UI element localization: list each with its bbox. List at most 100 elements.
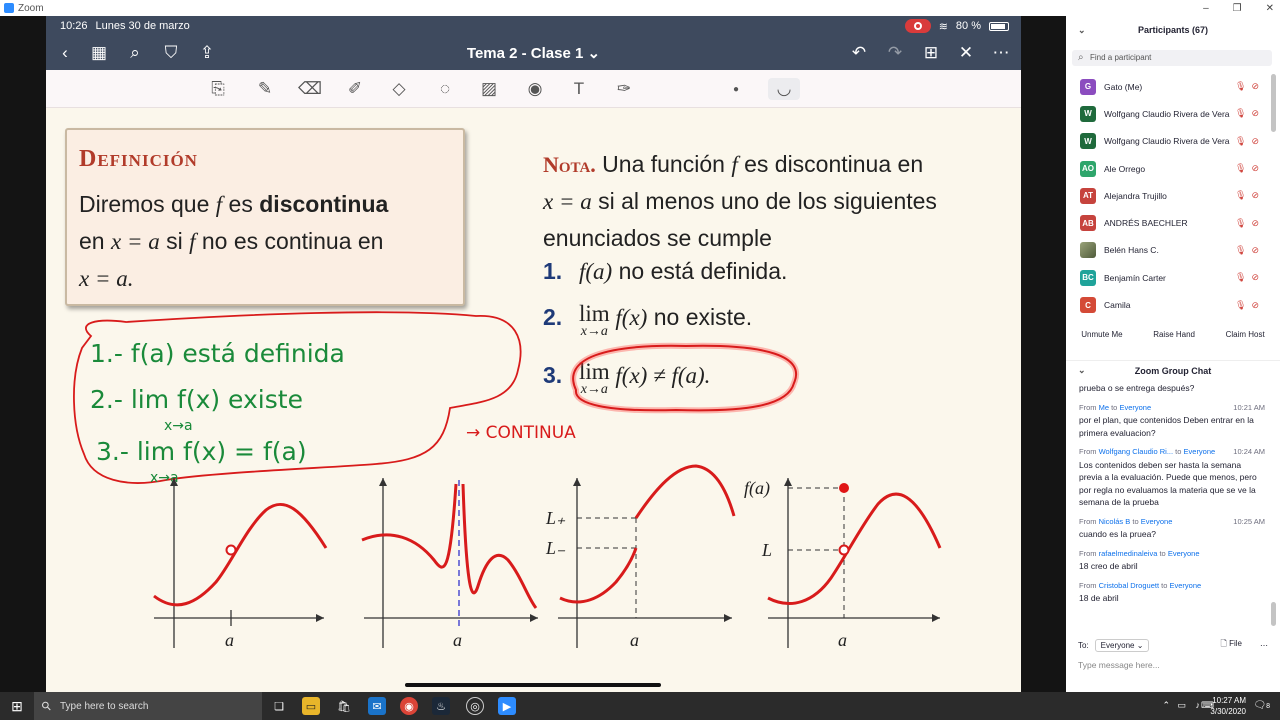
participant-avatar: W [1080, 133, 1096, 150]
more-icon[interactable]: ⋯ [990, 42, 1012, 64]
chat-scrollbar[interactable] [1271, 602, 1276, 626]
store-icon[interactable]: 🛍 [335, 697, 353, 715]
participant-row[interactable]: G Gato (Me) 🎙⊘ [1066, 73, 1280, 100]
participant-row[interactable]: AB ANDRÉS BAECHLER 🎙⊘ [1066, 209, 1280, 236]
handwriting-line-3: 3.- lim f(x) = f(a) [96, 437, 307, 466]
volume-icon[interactable]: ♪ [1196, 700, 1201, 710]
steam-icon[interactable]: ♨ [432, 697, 450, 715]
close-window-button[interactable]: ✕ [1266, 3, 1274, 14]
collapse-chevron-icon[interactable]: ⌄ [1078, 25, 1086, 36]
graph-jump-discontinuity: L₊ L₋ a [545, 464, 736, 650]
participant-avatar [1080, 242, 1096, 259]
read-mode-icon[interactable]: ⎘ [206, 78, 230, 100]
participant-row[interactable]: W Wolfgang Claudio Rivera de Vera 🎙⊘ [1066, 100, 1280, 127]
unmute-me-button[interactable]: Unmute Me [1081, 330, 1122, 339]
participant-name: Camila [1104, 300, 1131, 311]
chat-header: ⌄ Zoom Group Chat [1066, 360, 1280, 380]
participant-row[interactable]: AO Ale Orrego 🎙⊘ [1066, 155, 1280, 182]
note-page[interactable]: Definición Diremos que f es discontinua … [46, 108, 1021, 692]
document-title[interactable]: Tema 2 - Clase 1 ⌄ [46, 44, 1021, 62]
windows-taskbar: ⊞ Type here to search ❏ ▭ 🛍 ✉ ◉ ♨ ◎ ▶ ⌃ … [0, 692, 1280, 720]
muted-mic-video-off-icon: 🎙⊘ [1235, 244, 1264, 255]
participant-row[interactable]: C Camila 🎙⊘ [1066, 291, 1280, 318]
chat-sender[interactable]: rafaelmedinaleiva [1099, 549, 1158, 558]
chat-message-text: Los contenidos deben ser hasta la semana… [1079, 459, 1257, 508]
add-page-icon[interactable]: ⊞ [920, 42, 942, 64]
lasso-icon[interactable]: ◌ [433, 78, 457, 100]
chat-message-input[interactable]: Type message here... [1078, 660, 1160, 670]
windows-start-icon[interactable]: ⊞ [0, 692, 34, 720]
participant-name: Wolfgang Claudio Rivera de Vera [1104, 108, 1230, 119]
text-tool-icon[interactable]: T [567, 78, 591, 100]
participant-name: Alejandra Trujillo [1104, 190, 1167, 201]
network-icon[interactable]: ▭ [1177, 700, 1186, 711]
taskbar-search-box[interactable]: Type here to search [34, 692, 262, 720]
participant-row[interactable]: Belén Hans C. 🎙⊘ [1066, 237, 1280, 264]
highlight-outline [572, 344, 797, 412]
muted-mic-video-off-icon: 🎙⊘ [1235, 163, 1264, 174]
chat-message-meta: From Wolfgang Claudio Ri... to Everyone 1… [1079, 446, 1265, 459]
raise-hand-button[interactable]: Raise Hand [1153, 330, 1195, 339]
chat-time: 10:21 AM [1233, 402, 1265, 412]
chat-sender[interactable]: Me [1099, 403, 1109, 412]
tray-chevron-icon[interactable]: ⌃ [1162, 700, 1170, 711]
muted-mic-video-off-icon: 🎙⊘ [1235, 190, 1264, 201]
file-explorer-icon[interactable]: ▭ [302, 697, 320, 715]
pen-size-dot-icon[interactable]: ● [724, 78, 748, 100]
home-indicator [405, 683, 661, 687]
zoom-taskbar-icon[interactable]: ▶ [498, 697, 516, 715]
graph3-a-label: a [630, 630, 639, 650]
chat-more-icon[interactable]: ⋯ [1260, 641, 1268, 650]
camera-icon[interactable]: ◉ [523, 78, 547, 100]
eraser-icon[interactable]: ⌫ [298, 78, 322, 100]
redo-icon[interactable]: ↷ [884, 42, 906, 64]
pen-icon[interactable]: ✎ [253, 78, 277, 100]
chat-message-meta: From Nicolás B to Everyone 10:25 AM [1079, 516, 1265, 529]
window-title: Zoom [18, 2, 44, 14]
highlighter-icon[interactable]: ✐ [343, 78, 367, 100]
undo-icon[interactable]: ↶ [848, 42, 870, 64]
title-chevron-icon: ⌄ [587, 45, 601, 62]
muted-mic-video-off-icon: 🎙⊘ [1235, 217, 1264, 228]
participant-name: ANDRÉS BAECHLER [1104, 218, 1188, 229]
annotations-and-graphs: 1.- f(a) está definida 2.- lim f(x) exis… [73, 311, 942, 650]
taskbar-clock[interactable]: 10:27 AM 3/30/2020 [1210, 695, 1246, 717]
to-label: To: [1078, 640, 1089, 650]
obs-icon[interactable]: ◎ [466, 697, 484, 715]
file-button[interactable]: 🗋 File [1220, 638, 1242, 652]
task-view-icon[interactable]: ❏ [270, 697, 288, 715]
participant-avatar: W [1080, 105, 1096, 122]
battery-icon [989, 21, 1009, 31]
graph-infinite-discontinuity: a [361, 478, 538, 650]
mail-icon[interactable]: ✉ [368, 697, 386, 715]
participant-row[interactable]: W Wolfgang Claudio Rivera de Vera 🎙⊘ [1066, 128, 1280, 155]
notifications-icon[interactable]: 🗨8 [1253, 700, 1270, 711]
participant-name: Benjamín Carter [1104, 272, 1166, 283]
chat-sender[interactable]: Nicolás B [1099, 517, 1131, 526]
graph-point-displaced: f(a) L a [744, 478, 942, 650]
graph1-a-label: a [225, 630, 234, 650]
chat-sender[interactable]: Cristobal Droguett [1099, 581, 1159, 590]
participant-row[interactable]: BC Benjamín Carter 🎙⊘ [1066, 264, 1280, 291]
chat-sender[interactable]: Wolfgang Claudio Ri... [1099, 447, 1173, 456]
find-participant-input[interactable]: Find a participant [1072, 50, 1272, 66]
participant-avatar: AB [1080, 215, 1096, 232]
close-icon[interactable]: ✕ [955, 42, 977, 64]
muted-mic-video-off-icon: 🎙⊘ [1235, 299, 1264, 310]
chat-message-text: prueba o se entrega después? [1079, 383, 1195, 393]
recipient-select[interactable]: Everyone ⌄ [1094, 638, 1150, 652]
chat-collapse-chevron-icon[interactable]: ⌄ [1078, 365, 1086, 376]
chrome-icon[interactable]: ◉ [400, 697, 418, 715]
chat-recipient: Everyone [1169, 580, 1202, 590]
image-icon[interactable]: ▨ [477, 78, 501, 100]
stroke-style-icon[interactable]: ◡ [768, 78, 800, 100]
handwriting-green: 1.- f(a) está definida 2.- lim f(x) exis… [90, 339, 345, 486]
claim-host-button[interactable]: Claim Host [1226, 330, 1265, 339]
handwriting-line-1: 1.- f(a) está definida [90, 339, 345, 368]
participant-row[interactable]: AT Alejandra Trujillo 🎙⊘ [1066, 182, 1280, 209]
shapes-icon[interactable]: ◇ [387, 78, 411, 100]
muted-mic-video-off-icon: 🎙⊘ [1235, 108, 1264, 119]
minimize-button[interactable]: – [1203, 3, 1209, 14]
laser-pointer-icon[interactable]: ✑ [612, 78, 636, 100]
restore-button[interactable]: ❐ [1233, 3, 1242, 14]
